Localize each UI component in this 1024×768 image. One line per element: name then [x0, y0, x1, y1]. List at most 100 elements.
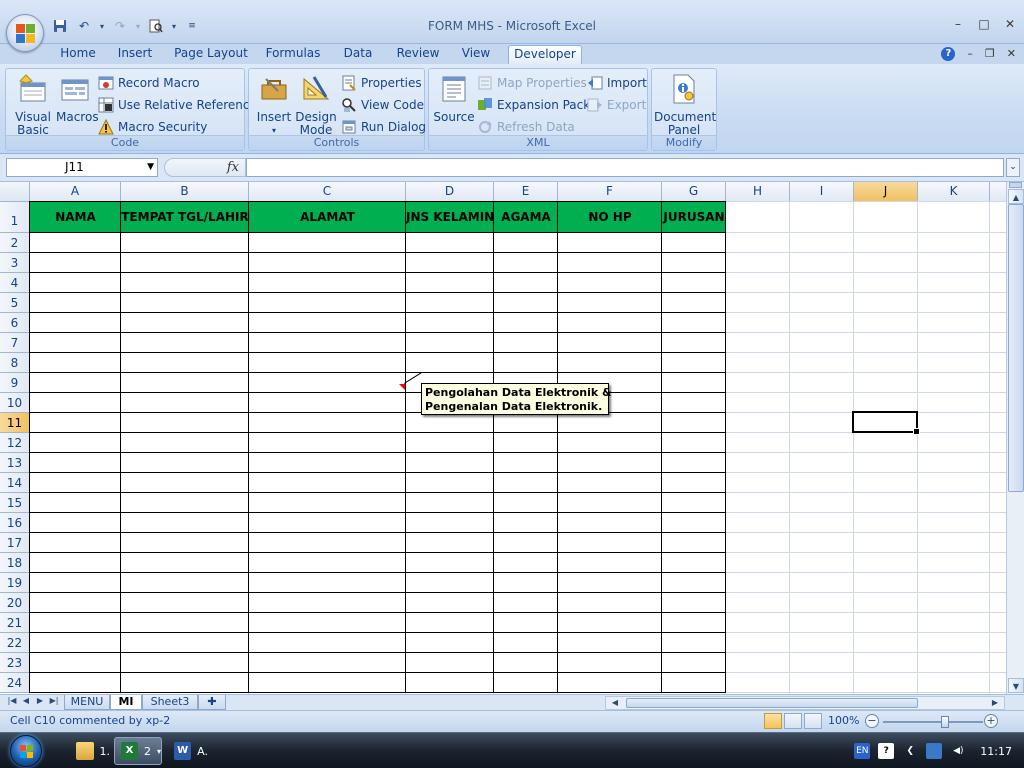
- maximize-button[interactable]: □: [978, 17, 990, 31]
- row-header-17[interactable]: 17: [0, 533, 30, 553]
- column-header-e[interactable]: E: [494, 182, 558, 202]
- design-mode-button[interactable]: Design Mode: [295, 73, 337, 137]
- expand-formula-bar-icon[interactable]: ⌄: [1006, 158, 1020, 177]
- name-box-dropdown-icon[interactable]: ▼: [147, 159, 154, 176]
- row-header-22[interactable]: 22: [0, 633, 30, 653]
- expansion-packs-button[interactable]: Expansion Packs: [477, 96, 596, 114]
- scroll-right-button[interactable]: ▶: [988, 697, 1002, 709]
- tab-insert[interactable]: Insert: [112, 45, 158, 64]
- first-sheet-icon[interactable]: |◀: [6, 696, 18, 705]
- row-header-16[interactable]: 16: [0, 513, 30, 533]
- document-panel-button[interactable]: Document Panel: [654, 73, 716, 137]
- next-sheet-icon[interactable]: ▶: [34, 696, 46, 705]
- row-header-1[interactable]: 1: [0, 202, 30, 233]
- row-header-14[interactable]: 14: [0, 473, 30, 493]
- properties-button[interactable]: Properties: [341, 74, 422, 92]
- column-header-k[interactable]: K: [918, 182, 990, 202]
- row-header-2[interactable]: 2: [0, 233, 30, 253]
- column-header-d[interactable]: D: [406, 182, 494, 202]
- column-header-j[interactable]: J: [854, 182, 918, 202]
- minimize-button[interactable]: –: [952, 17, 964, 31]
- column-header-c[interactable]: C: [249, 182, 406, 202]
- sheet-tab-menu[interactable]: MENU: [64, 695, 110, 710]
- tab-view[interactable]: View: [456, 45, 496, 64]
- row-header-21[interactable]: 21: [0, 613, 30, 633]
- table-header-cell[interactable]: ALAMAT: [249, 202, 406, 233]
- record-macro-button[interactable]: Record Macro: [98, 74, 200, 92]
- insert-sheet-icon[interactable]: ✚: [198, 695, 226, 710]
- row-header-12[interactable]: 12: [0, 433, 30, 453]
- close-button[interactable]: ✕: [1004, 17, 1016, 31]
- prev-sheet-icon[interactable]: ◀: [20, 696, 32, 705]
- formula-input[interactable]: [246, 158, 1004, 177]
- zoom-slider-thumb[interactable]: [941, 716, 950, 728]
- row-header-20[interactable]: 20: [0, 593, 30, 613]
- taskbar-excel[interactable]: X 2 ▾: [114, 737, 162, 765]
- insert-function-button[interactable]: fx: [227, 160, 239, 175]
- table-header-cell[interactable]: JNS KELAMIN: [406, 202, 494, 233]
- comment-indicator-icon[interactable]: [399, 384, 405, 390]
- row-header-19[interactable]: 19: [0, 573, 30, 593]
- tab-formulas[interactable]: Formulas: [262, 45, 324, 64]
- tab-page-layout[interactable]: Page Layout: [172, 45, 250, 64]
- row-header-8[interactable]: 8: [0, 353, 30, 373]
- split-handle[interactable]: [1009, 182, 1022, 188]
- volume-icon[interactable]: ◀): [950, 743, 966, 759]
- name-box[interactable]: J11 ▼: [6, 158, 158, 177]
- row-header-13[interactable]: 13: [0, 453, 30, 473]
- taskbar-word[interactable]: W A.: [168, 737, 208, 765]
- language-indicator[interactable]: EN: [854, 743, 871, 759]
- row-header-11[interactable]: 11: [0, 413, 30, 433]
- row-header-24[interactable]: 24: [0, 673, 30, 693]
- network-icon[interactable]: [926, 743, 943, 759]
- run-dialog-button[interactable]: Run Dialog: [341, 118, 426, 136]
- workbook-restore-button[interactable]: ❐: [985, 47, 995, 61]
- vertical-scroll-thumb[interactable]: [1008, 204, 1024, 492]
- zoom-in-button[interactable]: +: [984, 714, 998, 728]
- insert-control-button[interactable]: Insert ▾: [253, 73, 295, 137]
- cell-comment[interactable]: Pengolahan Data Elektronik & Pengenalan D…: [421, 383, 612, 415]
- macros-button[interactable]: Macros: [56, 73, 99, 124]
- row-header-7[interactable]: 7: [0, 333, 30, 353]
- row-header-4[interactable]: 4: [0, 273, 30, 293]
- scroll-up-button[interactable]: ▲: [1008, 189, 1024, 204]
- start-button[interactable]: [10, 735, 42, 767]
- workbook-close-button[interactable]: ✕: [1007, 47, 1016, 61]
- column-header-f[interactable]: F: [558, 182, 662, 202]
- row-header-18[interactable]: 18: [0, 553, 30, 573]
- tab-review[interactable]: Review: [392, 45, 444, 64]
- table-header-cell[interactable]: JURUSAN: [662, 202, 726, 233]
- zoom-out-button[interactable]: −: [865, 714, 879, 728]
- visual-basic-button[interactable]: Visual Basic: [10, 73, 56, 137]
- help-icon[interactable]: ?: [941, 47, 956, 61]
- tab-home[interactable]: Home: [56, 45, 100, 64]
- normal-view-button[interactable]: [764, 713, 782, 729]
- worksheet-grid[interactable]: A B C D E F G H I J K 1 2 3 4 5 6 7 8 9 10 11 12 13 14 15 16 17 18 19…: [0, 182, 1006, 694]
- row-header-15[interactable]: 15: [0, 493, 30, 513]
- zoom-level[interactable]: 100%: [828, 714, 859, 727]
- page-break-view-button[interactable]: [804, 713, 822, 729]
- tab-data[interactable]: Data: [338, 45, 378, 64]
- help-tray-icon[interactable]: ?: [878, 743, 895, 759]
- scroll-down-button[interactable]: ▼: [1008, 678, 1024, 693]
- column-header-b[interactable]: B: [121, 182, 249, 202]
- row-header-3[interactable]: 3: [0, 253, 30, 273]
- sheet-tab-sheet3[interactable]: Sheet3: [142, 695, 198, 710]
- map-properties-button[interactable]: Map Properties: [477, 74, 587, 92]
- column-header-i[interactable]: I: [790, 182, 854, 202]
- column-header-a[interactable]: A: [30, 182, 121, 202]
- row-header-6[interactable]: 6: [0, 313, 30, 333]
- sheet-tab-mi[interactable]: MI: [110, 695, 142, 710]
- vertical-scrollbar[interactable]: ▲ ▼: [1006, 182, 1024, 694]
- import-button[interactable]: Import: [587, 74, 647, 92]
- horizontal-scrollbar[interactable]: ◀ ▶: [605, 696, 1005, 710]
- row-header-5[interactable]: 5: [0, 293, 30, 313]
- page-layout-view-button[interactable]: [784, 713, 802, 729]
- export-button[interactable]: Export: [587, 96, 646, 114]
- office-button[interactable]: [6, 14, 44, 52]
- macro-security-button[interactable]: Macro Security: [98, 118, 207, 136]
- table-header-cell[interactable]: AGAMA: [494, 202, 558, 233]
- row-header-23[interactable]: 23: [0, 653, 30, 673]
- tab-developer[interactable]: Developer: [508, 45, 582, 64]
- relative-references-button[interactable]: Use Relative References: [98, 96, 263, 114]
